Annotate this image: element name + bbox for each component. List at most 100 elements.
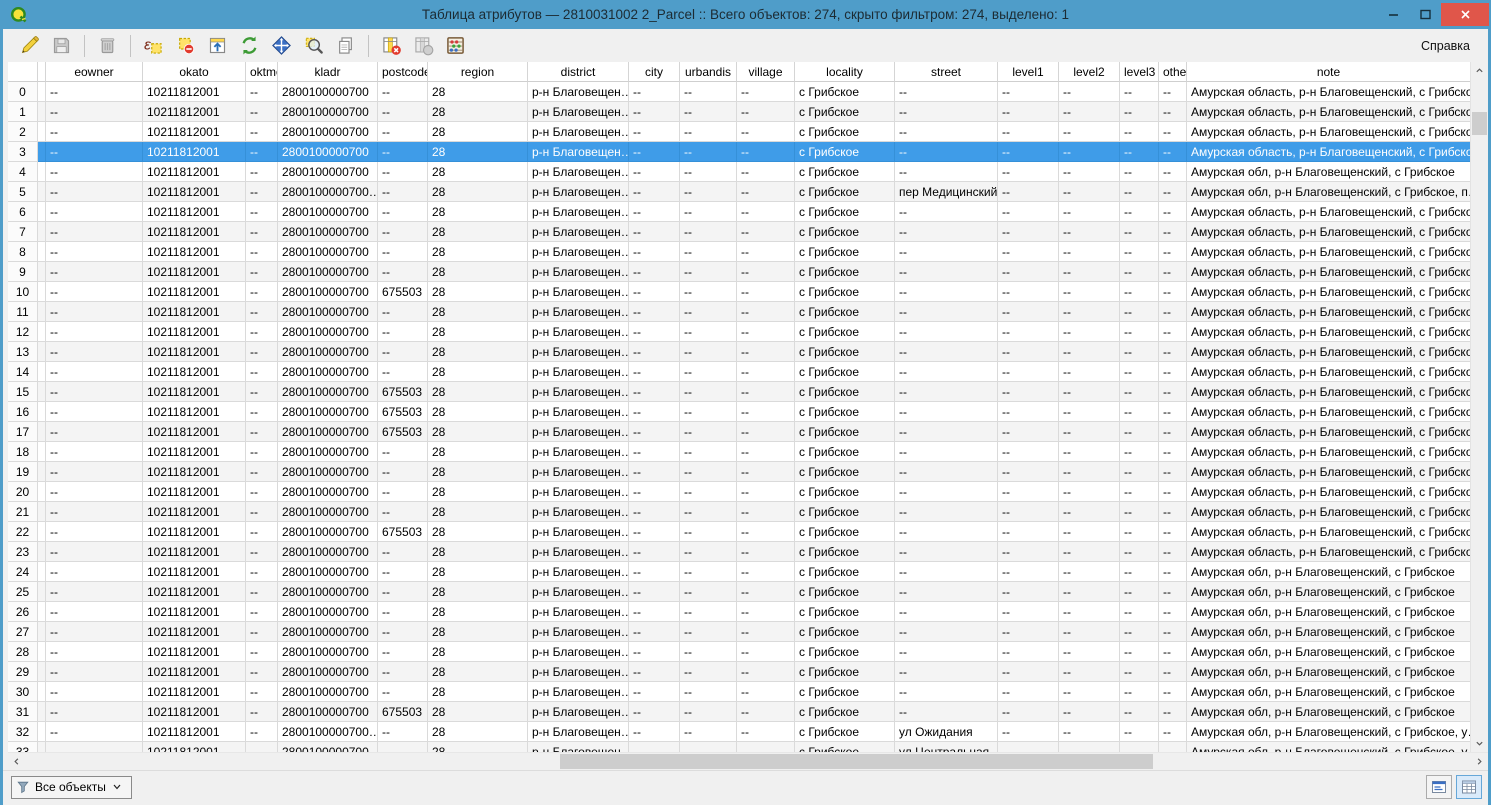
cell-level3[interactable]: -- — [1120, 362, 1159, 382]
cell-okato[interactable]: 10211812001 — [143, 322, 246, 342]
cell-oktmo[interactable]: -- — [246, 702, 278, 722]
cell-other[interactable]: -- — [1159, 142, 1187, 162]
cell-okato[interactable]: 10211812001 — [143, 282, 246, 302]
cell-kladr[interactable]: 2800100000700 — [278, 402, 378, 422]
cell-note[interactable]: Амурская обл, р-н Благовещенский, с Гриб… — [1187, 622, 1470, 642]
cell-kladr[interactable]: 2800100000700… — [278, 182, 378, 202]
cell-street[interactable]: -- — [895, 522, 998, 542]
cell-other[interactable]: -- — [1159, 322, 1187, 342]
cell-oktmo[interactable]: -- — [246, 442, 278, 462]
cell-street[interactable]: -- — [895, 702, 998, 722]
cell-locality[interactable]: с Грибское — [795, 742, 895, 752]
cell-region[interactable]: 28 — [428, 342, 528, 362]
cell-level3[interactable]: -- — [1120, 262, 1159, 282]
cell-district[interactable]: р-н Благовещен… — [528, 622, 629, 642]
cell-kladr[interactable]: 2800100000700 — [278, 202, 378, 222]
cell-level3[interactable]: -- — [1120, 622, 1159, 642]
cell-level3[interactable]: -- — [1120, 142, 1159, 162]
feature-filter-button[interactable]: Все объекты — [11, 776, 132, 799]
cell-note[interactable]: Амурская область, р-н Благовещенский, с … — [1187, 442, 1470, 462]
cell-okato[interactable]: 10211812001 — [143, 402, 246, 422]
cell-c0[interactable] — [38, 682, 46, 702]
cell-city[interactable]: -- — [629, 582, 680, 602]
cell-okato[interactable]: 10211812001 — [143, 262, 246, 282]
open-field-calculator-button[interactable] — [441, 32, 470, 59]
cell-level3[interactable]: -- — [1120, 662, 1159, 682]
row-number[interactable]: 31 — [8, 702, 38, 722]
cell-urbandis[interactable]: -- — [680, 322, 737, 342]
cell-level3[interactable]: -- — [1120, 562, 1159, 582]
cell-note[interactable]: Амурская область, р-н Благовещенский, с … — [1187, 522, 1470, 542]
cell-level3[interactable]: -- — [1120, 342, 1159, 362]
cell-other[interactable]: -- — [1159, 582, 1187, 602]
cell-okato[interactable]: 10211812001 — [143, 362, 246, 382]
cell-urbandis[interactable]: -- — [680, 202, 737, 222]
column-header-other[interactable]: other — [1159, 62, 1187, 82]
cell-level2[interactable]: -- — [1059, 402, 1120, 422]
cell-kladr[interactable]: 2800100000700 — [278, 462, 378, 482]
cell-eowner[interactable]: -- — [46, 222, 143, 242]
cell-postcode[interactable]: -- — [378, 142, 428, 162]
cell-note[interactable]: Амурская область, р-н Благовещенский, с … — [1187, 142, 1470, 162]
cell-postcode[interactable]: 675503 — [378, 282, 428, 302]
cell-level3[interactable]: -- — [1120, 402, 1159, 422]
cell-district[interactable]: р-н Благовещен… — [528, 342, 629, 362]
scroll-right-button[interactable] — [1471, 753, 1488, 770]
row-number[interactable]: 7 — [8, 222, 38, 242]
cell-level2[interactable]: -- — [1059, 482, 1120, 502]
cell-district[interactable]: р-н Благовещен… — [528, 82, 629, 102]
cell-c0[interactable] — [38, 122, 46, 142]
cell-village[interactable]: -- — [737, 542, 795, 562]
cell-village[interactable]: -- — [737, 422, 795, 442]
row-number[interactable]: 32 — [8, 722, 38, 742]
row-number[interactable]: 25 — [8, 582, 38, 602]
cell-city[interactable]: -- — [629, 482, 680, 502]
cell-district[interactable]: р-н Благовещен… — [528, 642, 629, 662]
cell-c0[interactable] — [38, 502, 46, 522]
cell-locality[interactable]: с Грибское — [795, 82, 895, 102]
cell-district[interactable]: р-н Благовещен… — [528, 462, 629, 482]
cell-region[interactable]: 28 — [428, 302, 528, 322]
cell-level3[interactable]: -- — [1120, 722, 1159, 742]
cell-street[interactable]: -- — [895, 342, 998, 362]
cell-postcode[interactable]: -- — [378, 242, 428, 262]
cell-locality[interactable]: с Грибское — [795, 542, 895, 562]
cell-eowner[interactable]: -- — [46, 322, 143, 342]
unselect-all-button[interactable] — [171, 32, 200, 59]
column-header-street[interactable]: street — [895, 62, 998, 82]
cell-level2[interactable]: -- — [1059, 242, 1120, 262]
cell-eowner[interactable]: -- — [46, 202, 143, 222]
cell-level1[interactable]: -- — [998, 182, 1059, 202]
cell-village[interactable]: -- — [737, 342, 795, 362]
row-number[interactable]: 27 — [8, 622, 38, 642]
cell-other[interactable]: -- — [1159, 362, 1187, 382]
cell-urbandis[interactable]: -- — [680, 622, 737, 642]
cell-eowner[interactable]: -- — [46, 182, 143, 202]
row-number[interactable]: 23 — [8, 542, 38, 562]
cell-level1[interactable]: -- — [998, 242, 1059, 262]
cell-level3[interactable]: -- — [1120, 422, 1159, 442]
cell-level2[interactable]: -- — [1059, 302, 1120, 322]
cell-district[interactable]: р-н Благовещен… — [528, 502, 629, 522]
cell-street[interactable]: -- — [895, 462, 998, 482]
cell-level1[interactable]: -- — [998, 282, 1059, 302]
cell-village[interactable]: -- — [737, 82, 795, 102]
cell-region[interactable]: 28 — [428, 282, 528, 302]
cell-note[interactable]: Амурская область, р-н Благовещенский, с … — [1187, 122, 1470, 142]
cell-city[interactable]: -- — [629, 162, 680, 182]
cell-locality[interactable]: с Грибское — [795, 662, 895, 682]
cell-region[interactable]: 28 — [428, 182, 528, 202]
copy-selected-rows-button[interactable] — [331, 32, 360, 59]
column-header-eowner[interactable]: eowner — [46, 62, 143, 82]
cell-level1[interactable]: -- — [998, 302, 1059, 322]
cell-eowner[interactable]: -- — [46, 682, 143, 702]
cell-postcode[interactable]: -- — [378, 182, 428, 202]
cell-note[interactable]: Амурская область, р-н Благовещенский, с … — [1187, 302, 1470, 322]
cell-city[interactable]: -- — [629, 722, 680, 742]
cell-region[interactable]: 28 — [428, 622, 528, 642]
cell-locality[interactable]: с Грибское — [795, 362, 895, 382]
cell-c0[interactable] — [38, 282, 46, 302]
cell-level1[interactable]: -- — [998, 422, 1059, 442]
cell-c0[interactable] — [38, 362, 46, 382]
cell-district[interactable]: р-н Благовещен… — [528, 422, 629, 442]
